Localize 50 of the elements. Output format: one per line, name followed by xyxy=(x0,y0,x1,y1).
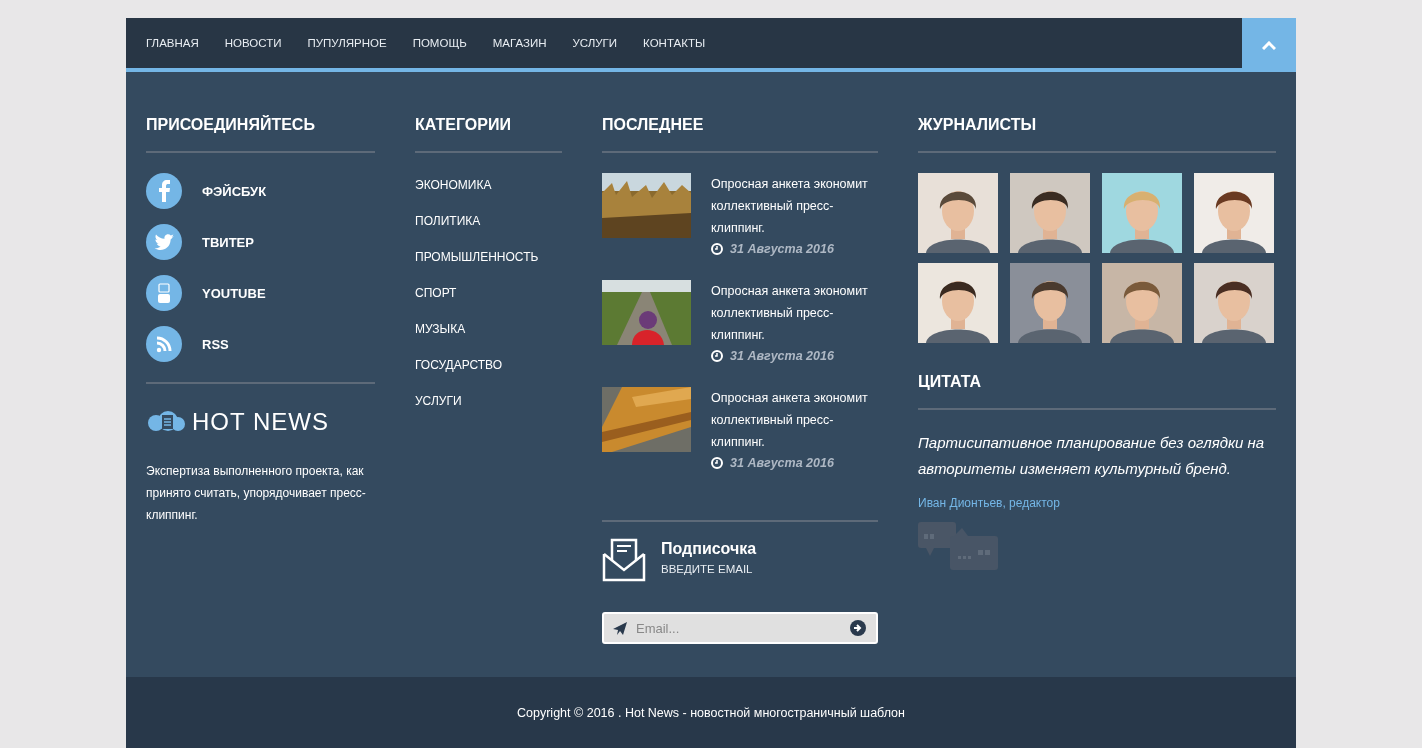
post-date: 31 Августа 2016 xyxy=(730,242,834,256)
category-link[interactable]: МУЗЫКА xyxy=(415,322,562,336)
section-heading: ЖУРНАЛИСТЫ xyxy=(918,116,1276,153)
section-heading: КАТЕГОРИИ xyxy=(415,116,562,153)
about-text: Экспертиза выполненного проекта, как принято считать, упорядочивает пресс-клиппинг. xyxy=(146,463,367,524)
post-title-link[interactable]: Опросная анкета экономит коллективный пресс-клиппинг. xyxy=(711,173,878,239)
category-link[interactable]: ПОЛИТИКА xyxy=(415,214,562,228)
submit-button[interactable] xyxy=(850,620,866,636)
post-date: 31 Августа 2016 xyxy=(730,349,834,363)
post-date: 31 Августа 2016 xyxy=(730,456,834,470)
copyright-text: Copyright © 2016 . Hot News - новостной многостраничный шаблон xyxy=(517,705,905,720)
section-heading: ПРИСОЕДИНЯЙТЕСЬ xyxy=(146,116,375,153)
quote-text: Партисипативное планирование без оглядки на авторитеты изменяет культурный бренд. xyxy=(918,433,1266,479)
category-link[interactable]: ПРОМЫШЛЕННОСТЬ xyxy=(415,250,562,264)
section-heading: ПОСЛЕДНЕЕ xyxy=(602,116,878,153)
subscribe-title: Подписочка xyxy=(661,540,757,558)
post-title-link[interactable]: Опросная анкета экономит коллективный пресс-клиппинг. xyxy=(711,387,878,453)
envelope-icon xyxy=(602,538,646,582)
social-link[interactable]: RSS xyxy=(202,336,229,352)
nav-link[interactable]: ПОМОЩЬ xyxy=(412,37,467,49)
category-link[interactable]: ГОСУДАРСТВО xyxy=(415,358,562,372)
social-link[interactable]: ТВИТЕР xyxy=(202,234,254,250)
email-field[interactable]: Email... xyxy=(602,612,878,644)
paper-plane-icon xyxy=(613,622,627,635)
clock-icon xyxy=(711,350,723,362)
social-link[interactable]: YOUTUBE xyxy=(202,285,266,301)
category-link[interactable]: СПОРТ xyxy=(415,286,562,300)
cloud-document-icon xyxy=(146,411,186,433)
post-title-link[interactable]: Опросная анкета экономит коллективный пресс-клиппинг. xyxy=(711,280,878,346)
speech-bubbles-icon xyxy=(918,522,998,572)
nav-link[interactable]: ПУПУЛЯРНОЕ xyxy=(307,37,387,49)
rss-icon[interactable] xyxy=(146,326,182,362)
quote-author: Иван Дионтьев, редактор xyxy=(918,496,1061,510)
clock-icon xyxy=(711,457,723,469)
clock-icon xyxy=(711,243,723,255)
arrow-circle-icon xyxy=(850,620,866,636)
nav-link[interactable]: МАГАЗИН xyxy=(492,37,547,49)
subscribe-subtitle: ВВЕДИТЕ EMAIL xyxy=(661,563,754,575)
category-link[interactable]: УСЛУГИ xyxy=(415,394,562,408)
facebook-icon[interactable] xyxy=(146,173,182,209)
section-heading: ЦИТАТА xyxy=(918,373,1276,410)
social-link[interactable]: ФЭЙСБУК xyxy=(202,183,267,199)
nav-link[interactable]: КОНТАКТЫ xyxy=(643,37,706,49)
chevron-up-icon xyxy=(1262,40,1276,50)
nav-link[interactable]: ГЛАВНАЯ xyxy=(146,37,199,49)
nav-link[interactable]: НОВОСТИ xyxy=(224,37,282,49)
logo-text: HOT NEWS xyxy=(192,408,329,436)
nav-link[interactable]: УСЛУГИ xyxy=(572,37,618,49)
category-link[interactable]: ЭКОНОМИКА xyxy=(415,178,562,192)
twitter-icon[interactable] xyxy=(146,224,182,260)
